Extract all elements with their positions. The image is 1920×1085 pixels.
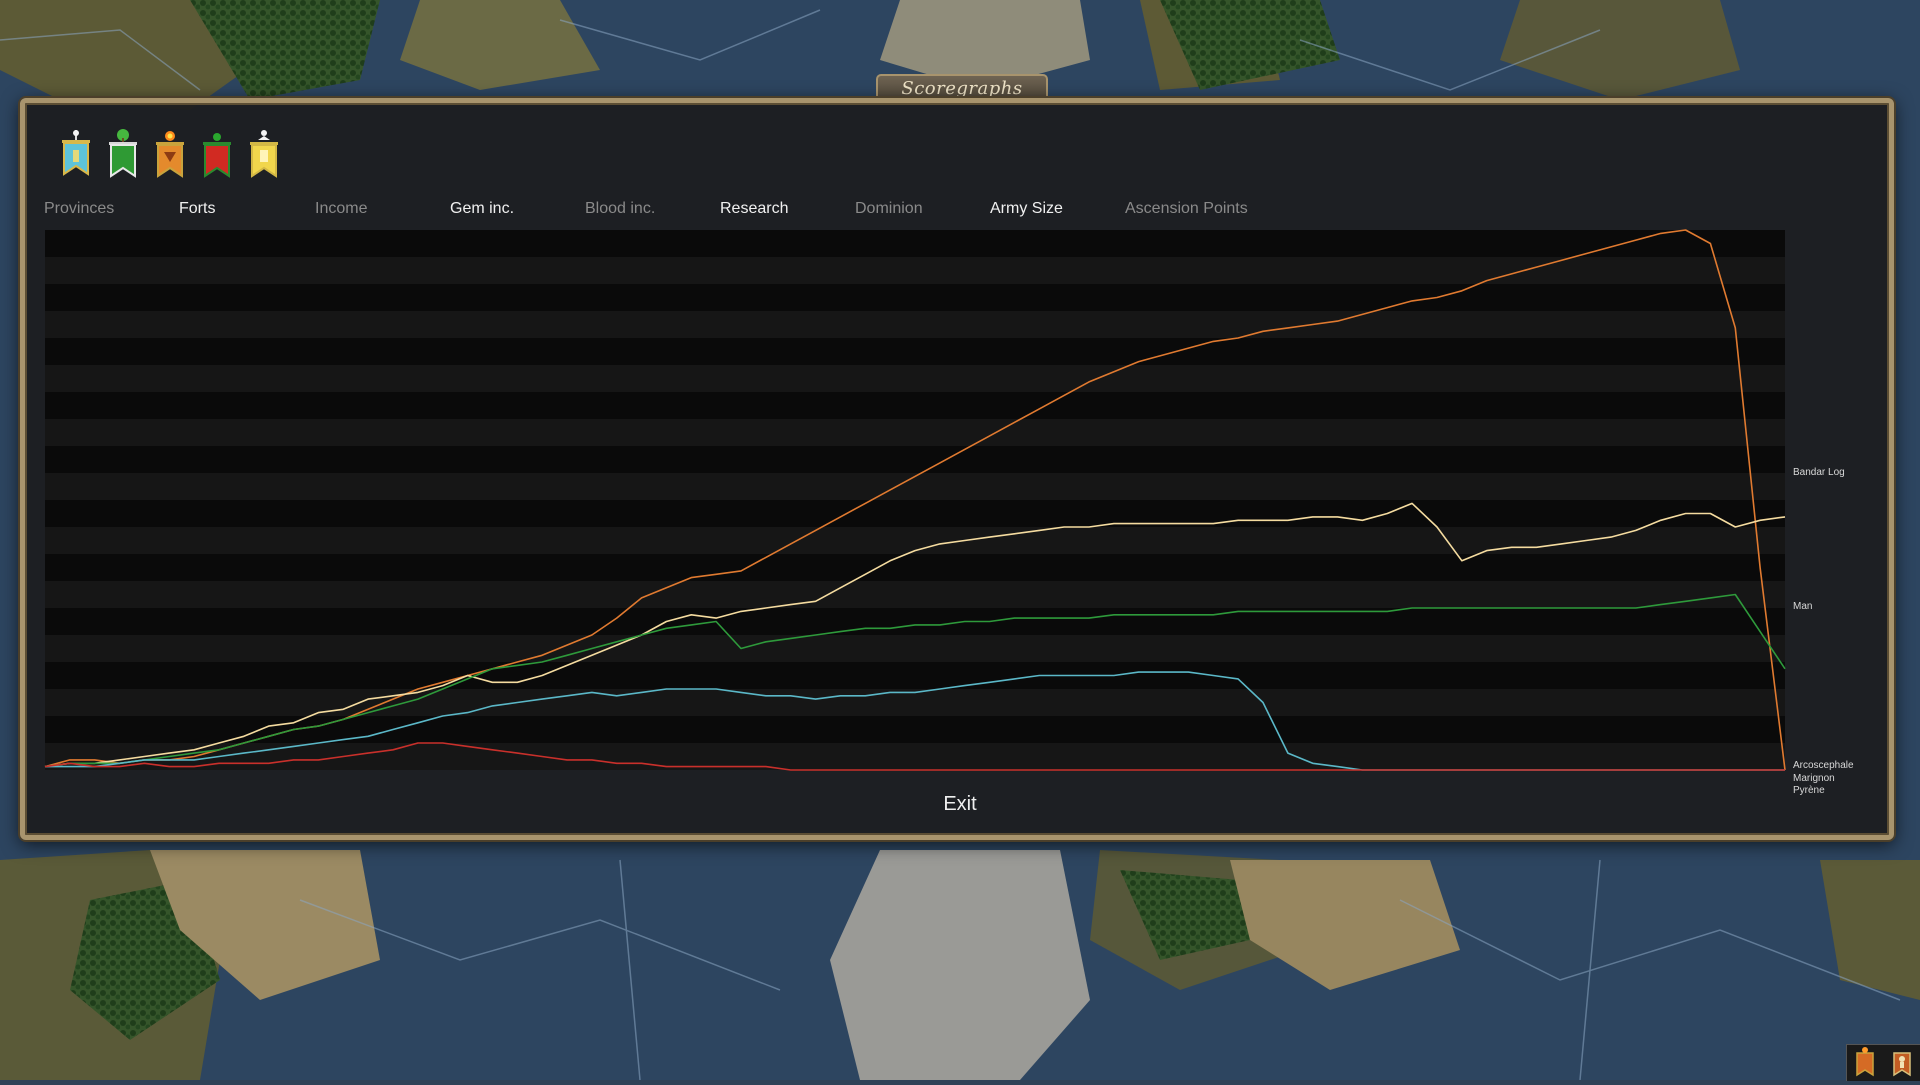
tab-forts[interactable]: Forts <box>179 200 215 218</box>
tab-dominion[interactable]: Dominion <box>855 200 923 218</box>
series-end-label-arcoscephale: Arcoscephale <box>1793 760 1854 771</box>
nation-banner-2[interactable] <box>105 128 141 184</box>
nation-banner-5[interactable] <box>246 128 282 184</box>
tab-provinces[interactable]: Provinces <box>44 200 114 218</box>
tab-ascension-points[interactable]: Ascension Points <box>1125 200 1248 218</box>
tab-income[interactable]: Income <box>315 200 367 218</box>
nation-banner-row <box>58 128 282 184</box>
nation-banner-1[interactable] <box>58 128 94 184</box>
orange-flag-icon[interactable] <box>1847 1045 1884 1081</box>
exit-button[interactable]: Exit <box>918 790 1002 818</box>
stat-tab-bar: Provinces Forts Income Gem inc. Blood in… <box>44 200 1294 224</box>
tab-blood-income[interactable]: Blood inc. <box>585 200 655 218</box>
tab-army-size[interactable]: Army Size <box>990 200 1063 218</box>
tab-research[interactable]: Research <box>720 200 788 218</box>
nation-banner-3[interactable] <box>152 128 188 184</box>
series-end-label-bandar-log: Bandar Log <box>1793 467 1845 478</box>
series-end-label-man: Man <box>1793 601 1813 612</box>
figure-flag-icon[interactable] <box>1884 1045 1920 1081</box>
tab-gem-income[interactable]: Gem inc. <box>450 200 514 218</box>
series-end-label-marignon: Marignon <box>1793 773 1835 784</box>
score-graph-plot-area <box>45 230 1785 770</box>
corner-nation-icons <box>1846 1044 1920 1081</box>
series-end-label-pyrene: Pyrène <box>1793 785 1825 796</box>
nation-banner-4[interactable] <box>199 128 235 184</box>
